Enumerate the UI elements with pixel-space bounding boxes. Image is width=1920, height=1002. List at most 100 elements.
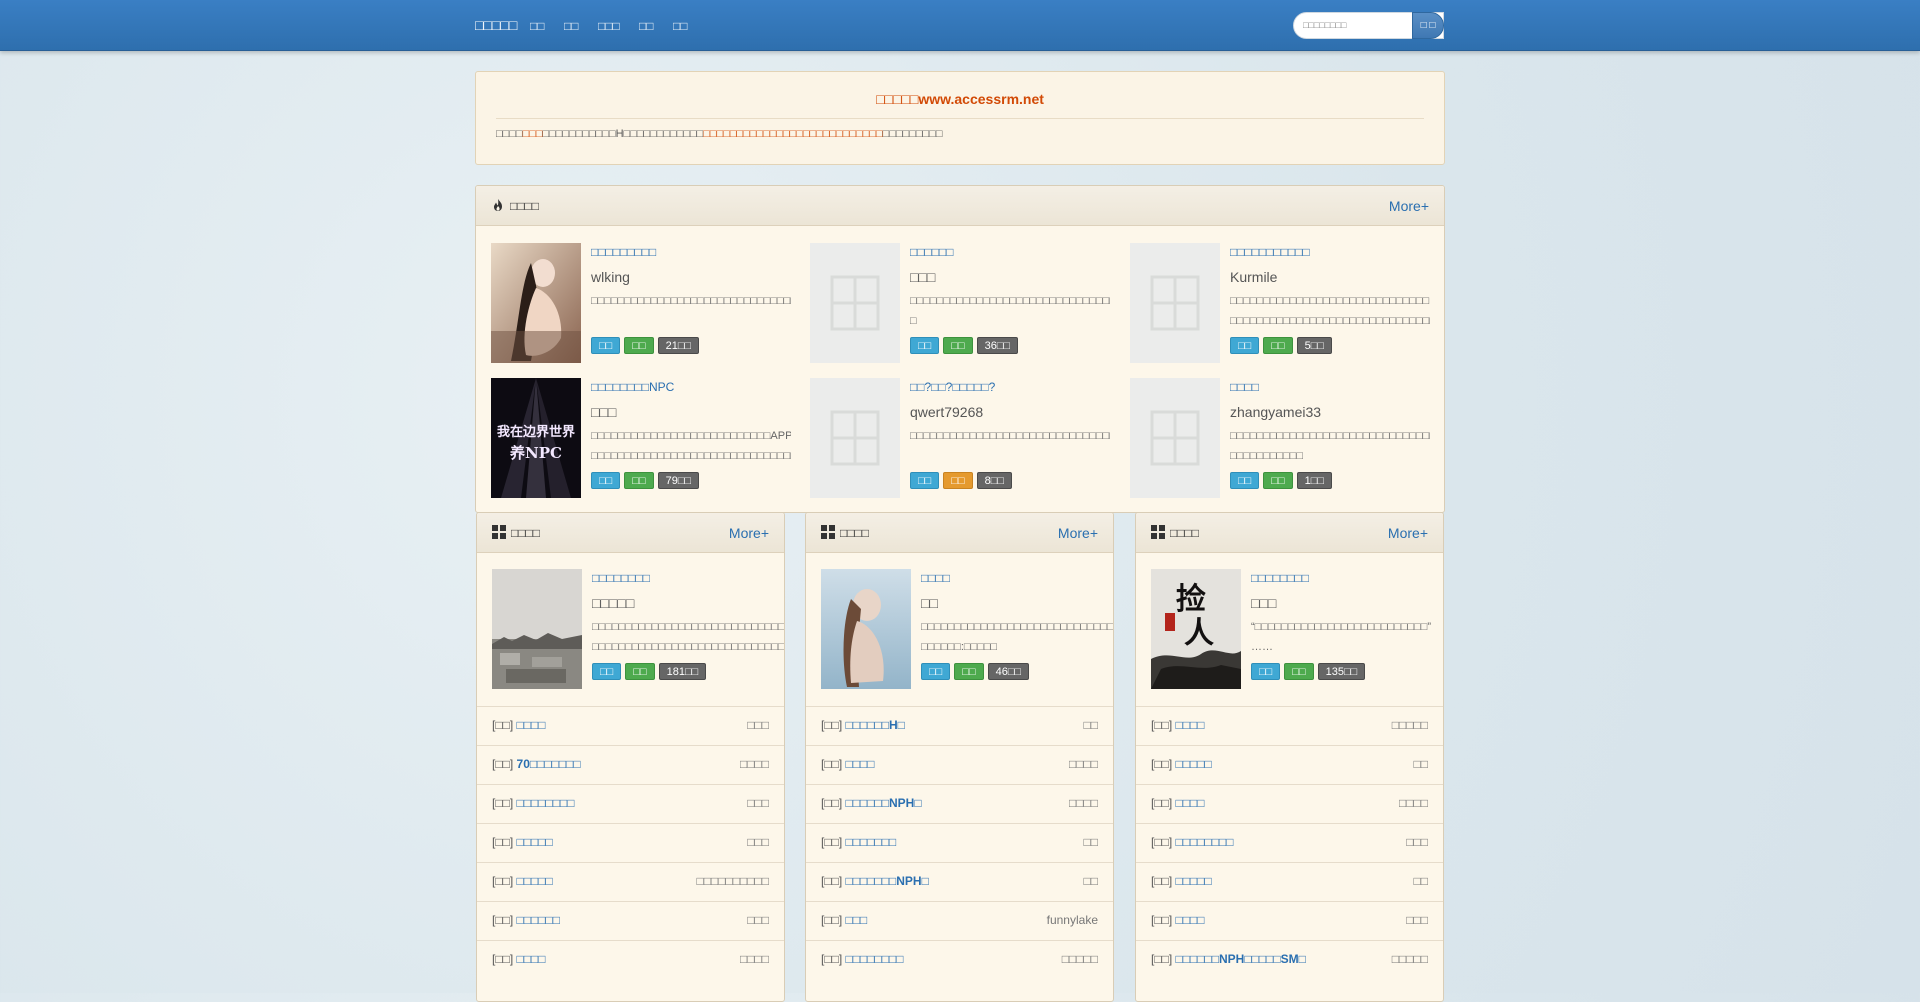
book-tag[interactable]: □□ xyxy=(910,472,940,489)
more-link[interactable]: More+ xyxy=(1388,525,1428,541)
list-item-author: □□□ xyxy=(747,796,769,810)
list-item-title[interactable]: 70□□□□□□□ xyxy=(517,757,581,771)
book-cover[interactable] xyxy=(491,243,581,363)
site-notice: □□□□□www.accessrm.net □□□□□□□□□□□□□□□□□□… xyxy=(475,71,1445,165)
book-title[interactable]: □□□□ xyxy=(921,571,950,585)
book-tag[interactable]: 135□□ xyxy=(1317,663,1366,680)
list-item-title[interactable]: □□□□□ xyxy=(517,835,553,849)
book-title[interactable]: □□□□□□□□NPC xyxy=(591,380,674,394)
category-panel-1: □□□□ More+ □□□□□□□□ □□□□□ □□□□□□□□□□□□□□… xyxy=(476,512,785,1002)
book-tag[interactable]: □□ xyxy=(954,663,984,680)
nav-link-1[interactable]: □□ xyxy=(530,19,545,33)
book-tags: □□ □□ 1□□ xyxy=(1230,472,1336,489)
book-tag[interactable]: 5□□ xyxy=(1296,337,1332,354)
book-title[interactable]: □□□□ xyxy=(1230,380,1259,394)
list-item-title[interactable]: □□□□□□ xyxy=(517,913,561,927)
list-item-category: [□□] □□□□□□□NPH□ xyxy=(821,874,929,888)
list-item-title[interactable]: □□□□□□NPH□ xyxy=(846,796,922,810)
book-tag[interactable]: 79□□ xyxy=(657,472,700,489)
book-cover[interactable] xyxy=(810,378,900,498)
book-tag[interactable]: 36□□ xyxy=(976,337,1019,354)
book-tag[interactable]: □□ xyxy=(1263,472,1293,489)
book-title[interactable]: □□□□□□□□ xyxy=(592,571,650,585)
more-link[interactable]: More+ xyxy=(1058,525,1098,541)
list-item: [□□] 70□□□□□□□ □□□□ xyxy=(477,745,784,784)
more-link[interactable]: More+ xyxy=(1389,198,1429,214)
book-tag[interactable]: □□ xyxy=(592,663,622,680)
book-tag[interactable]: □□ xyxy=(624,472,654,489)
list-item-title[interactable]: □□□□□□□NPH□ xyxy=(846,874,929,888)
nav-link-5[interactable]: □□ xyxy=(673,19,688,33)
list-item-title[interactable]: □□□□□□NPH□□□□□SM□ xyxy=(1176,952,1306,966)
list-item-title[interactable]: □□□□□□□□ xyxy=(1176,835,1234,849)
book-cover[interactable] xyxy=(821,569,911,689)
book-tag[interactable]: 1□□ xyxy=(1296,472,1332,489)
list-item-title[interactable]: □□□□□□□□ xyxy=(517,796,575,810)
list-item-title[interactable]: □□□□ xyxy=(517,718,546,732)
list-item-title[interactable]: □□□□□ xyxy=(517,874,553,888)
list-item-author: □□ xyxy=(1413,874,1429,888)
book-cover[interactable] xyxy=(1130,378,1220,498)
grid-icon xyxy=(1151,525,1165,539)
list-item-title[interactable]: □□□□ xyxy=(517,952,546,966)
book-title[interactable]: □□□□□□□□ xyxy=(1251,571,1309,585)
list-item-category: [□□] □□□□ xyxy=(1151,913,1205,927)
book-tags: □□ □□ 79□□ xyxy=(591,472,703,489)
list-item-title[interactable]: □□□□ xyxy=(846,757,875,771)
nav-link-3[interactable]: □□□ xyxy=(598,19,620,33)
book-title[interactable]: □□□□□□□□□□□ xyxy=(1230,245,1310,259)
more-link[interactable]: More+ xyxy=(729,525,769,541)
nav-link-4[interactable]: □□ xyxy=(639,19,654,33)
panel-header: □□□□ More+ xyxy=(1136,513,1443,553)
book-description: □□□□□□□□□□□□□□□□□□□□□□□□□□□□□□□□□□□□□□□□… xyxy=(921,621,1114,653)
book-tag[interactable]: □□ xyxy=(1284,663,1314,680)
list-item-title[interactable]: □□□□ xyxy=(1176,718,1205,732)
book-cover[interactable] xyxy=(810,243,900,363)
book-cover[interactable] xyxy=(1130,243,1220,363)
book-tag[interactable]: 181□□ xyxy=(658,663,707,680)
search-button[interactable]: □ □ xyxy=(1412,12,1444,39)
book-tag[interactable]: □□ xyxy=(1230,472,1260,489)
list-item: [□□] □□□□□ □□ xyxy=(1136,862,1443,901)
list-item-title[interactable]: □□□□□□H□ xyxy=(846,718,905,732)
book-tag[interactable]: 46□□ xyxy=(987,663,1030,680)
book-title[interactable]: □□□□□□□□□ xyxy=(591,245,656,259)
site-brand[interactable]: □□□□□ xyxy=(475,17,517,33)
list-item-title[interactable]: □□□ xyxy=(846,913,868,927)
book-cover[interactable] xyxy=(492,569,582,689)
book-title[interactable]: □□□□□□ xyxy=(910,245,954,259)
book-cover[interactable]: 我在边界世界 养NPC xyxy=(491,378,581,498)
book-tag[interactable]: □□ xyxy=(591,337,621,354)
panel-title: □□□□ xyxy=(1170,526,1199,540)
book-tag[interactable]: □□ xyxy=(1230,337,1260,354)
book-tag[interactable]: □□ xyxy=(624,337,654,354)
book-title[interactable]: □□?□□?□□□□□? xyxy=(910,380,995,394)
list-item-category: [□□] □□□□□□NPH□ xyxy=(821,796,922,810)
list-item-title[interactable]: □□□□□ xyxy=(1176,757,1212,771)
book-tag[interactable]: 8□□ xyxy=(976,472,1012,489)
list-item-title[interactable]: □□□□ xyxy=(1176,796,1205,810)
book-tag[interactable]: □□ xyxy=(943,472,973,489)
book-author: zhangyamei33 xyxy=(1230,404,1322,420)
book-tag[interactable]: □□ xyxy=(1263,337,1293,354)
list-item-title[interactable]: □□□□ xyxy=(1176,913,1205,927)
list-item: [□□] □□□□□□NPH□□□□□SM□ □□□□□ xyxy=(1136,940,1443,979)
list-item-author: □□□□ xyxy=(740,952,769,966)
book-tags: □□ □□ 46□□ xyxy=(921,663,1033,680)
list-item-title[interactable]: □□□□□□□ xyxy=(846,835,897,849)
list-item-title[interactable]: □□□□□□□□ xyxy=(846,952,904,966)
book-tag[interactable]: 21□□ xyxy=(657,337,700,354)
grid-icon xyxy=(821,525,835,539)
list-item-author: □□ xyxy=(1413,757,1429,771)
book-tag[interactable]: □□ xyxy=(591,472,621,489)
list-item-category: [□□] □□□□□ xyxy=(1151,874,1212,888)
nav-link-2[interactable]: □□ xyxy=(564,19,579,33)
list-item: [□□] □□□□□ □□□□□□□□□□ xyxy=(477,862,784,901)
book-tag[interactable]: □□ xyxy=(943,337,973,354)
list-item-title[interactable]: □□□□□ xyxy=(1176,874,1212,888)
book-tag[interactable]: □□ xyxy=(921,663,951,680)
book-cover[interactable]: 捡 人 xyxy=(1151,569,1241,689)
book-tag[interactable]: □□ xyxy=(910,337,940,354)
book-tag[interactable]: □□ xyxy=(625,663,655,680)
book-tag[interactable]: □□ xyxy=(1251,663,1281,680)
